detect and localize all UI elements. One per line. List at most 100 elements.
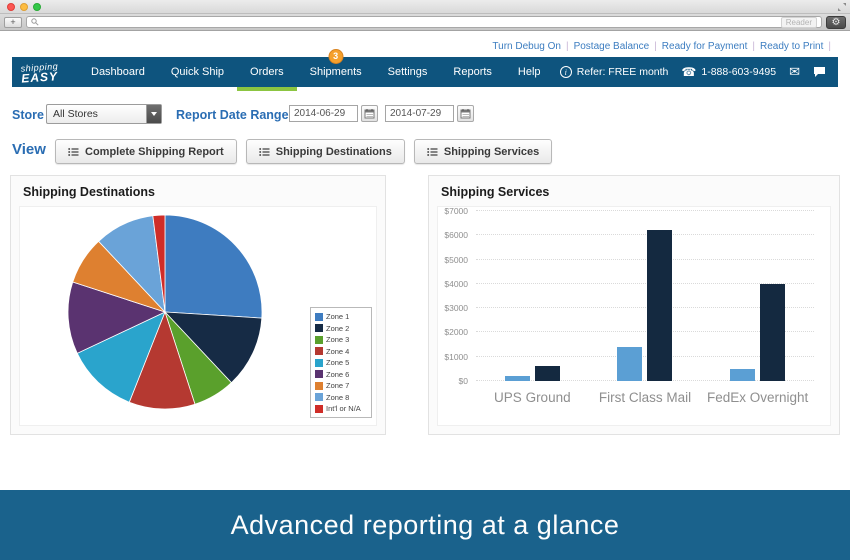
phone-number: 1-888-603-9495: [701, 66, 776, 78]
bar-plot: UPS Ground First Class Mail FedEx Overnigh…: [476, 215, 814, 381]
legend-item: Zone 6: [315, 370, 367, 379]
nav-item-help[interactable]: Help: [505, 57, 554, 87]
y-tick-label: $0: [459, 376, 468, 386]
shipping-destinations-button[interactable]: Shipping Destinations: [246, 139, 405, 164]
legend-swatch: [315, 336, 323, 344]
list-icon: [68, 147, 79, 157]
fullscreen-icon[interactable]: [838, 3, 846, 11]
legend-swatch: [315, 324, 323, 332]
nav-item-label: Settings: [388, 66, 428, 78]
zoom-window-button[interactable]: [33, 3, 41, 11]
bar-groups: UPS Ground First Class Mail FedEx Overnigh…: [476, 215, 814, 381]
y-tick-label: $4000: [444, 279, 468, 289]
shipping-services-button[interactable]: Shipping Services: [414, 139, 552, 164]
list-icon: [427, 147, 438, 157]
legend-item: Zone 5: [315, 358, 367, 367]
url-input[interactable]: [42, 17, 778, 27]
date-from-calendar-button[interactable]: [361, 105, 378, 122]
date-to-input[interactable]: [385, 105, 454, 122]
bar-category-label: First Class Mail: [599, 390, 691, 405]
date-from-input[interactable]: [289, 105, 358, 122]
shipments-count-badge: 3: [328, 49, 343, 64]
store-select[interactable]: All Stores: [46, 104, 162, 124]
bar-y-axis: $0$1000$2000$3000$4000$5000$6000$7000: [438, 215, 472, 381]
y-tick-label: $3000: [444, 303, 468, 313]
pie-chart-area: Zone 1Zone 2Zone 3Zone 4Zone 5Zone 6Zone…: [19, 206, 377, 426]
legend-label: Zone 2: [326, 324, 349, 333]
legend-item: Zone 3: [315, 335, 367, 344]
legend-item: Zone 1: [315, 312, 367, 321]
calendar-icon: [460, 108, 471, 119]
complete-shipping-report-button[interactable]: Complete Shipping Report: [55, 139, 237, 164]
reader-button[interactable]: Reader: [781, 17, 817, 28]
bar: [730, 369, 755, 381]
url-bar[interactable]: Reader: [26, 16, 822, 28]
gear-icon[interactable]: ⚙: [826, 16, 846, 29]
legend-label: Zone 1: [326, 312, 349, 321]
legend-item: Int'l or N/A: [315, 404, 367, 413]
bar: [647, 230, 672, 381]
store-select-value: All Stores: [47, 105, 146, 123]
legend-label: Zone 8: [326, 393, 349, 402]
nav-item-label: Reports: [453, 66, 492, 78]
minimize-window-button[interactable]: [20, 3, 28, 11]
pie-slice: [165, 215, 262, 318]
logo-text-bottom: EASY: [21, 69, 79, 83]
nav-item-shipments[interactable]: 3 Shipments: [297, 57, 375, 87]
nav-item-label: Dashboard: [91, 66, 145, 78]
nav-item-quick-ship[interactable]: Quick Ship: [158, 57, 237, 87]
phone-contact[interactable]: ☎ 1-888-603-9495: [681, 66, 776, 78]
pie-legend: Zone 1Zone 2Zone 3Zone 4Zone 5Zone 6Zone…: [310, 307, 372, 418]
y-tick-label: $1000: [444, 352, 468, 362]
link-separator: |: [747, 41, 760, 52]
bar: [760, 284, 785, 381]
legend-swatch: [315, 382, 323, 390]
date-range-label: Report Date Range: [176, 108, 289, 122]
chat-icon[interactable]: [813, 66, 826, 78]
shipping-destinations-panel: Shipping Destinations Zone 1Zone 2Zone 3…: [10, 175, 386, 435]
nav-item-dashboard[interactable]: Dashboard: [78, 57, 158, 87]
legend-label: Zone 3: [326, 335, 349, 344]
refer-link[interactable]: i Refer: FREE month: [560, 66, 669, 78]
bar-category-label: FedEx Overnight: [707, 390, 808, 405]
email-icon[interactable]: ✉: [789, 66, 800, 78]
browser-titlebar: [0, 0, 850, 14]
nav-item-label: Quick Ship: [171, 66, 224, 78]
gridline: [476, 210, 814, 211]
nav-item-settings[interactable]: Settings: [375, 57, 441, 87]
bar-group: FedEx Overnight: [730, 284, 785, 381]
bottom-banner: Advanced reporting at a glance: [0, 490, 850, 560]
shipping-services-panel: Shipping Services $0$1000$2000$3000$4000…: [428, 175, 840, 435]
info-icon: i: [560, 66, 572, 78]
panel-title: Shipping Services: [429, 176, 839, 204]
legend-label: Zone 5: [326, 358, 349, 367]
nav-item-orders[interactable]: Orders: [237, 57, 297, 87]
link-separator: |: [823, 41, 836, 52]
close-window-button[interactable]: [7, 3, 15, 11]
bar-category-label: UPS Ground: [494, 390, 571, 405]
nav-item-reports[interactable]: Reports: [440, 57, 505, 87]
calendar-icon: [364, 108, 375, 119]
account-links: Turn Debug On|Postage Balance|Ready for …: [492, 41, 836, 52]
bar-group: First Class Mail: [617, 230, 672, 381]
link-ready-to-print[interactable]: Ready to Print: [760, 41, 823, 52]
bar: [505, 376, 530, 381]
link-separator: |: [649, 41, 662, 52]
link-postage-balance[interactable]: Postage Balance: [574, 41, 650, 52]
nav-item-label: Help: [518, 66, 541, 78]
bar-group: UPS Ground: [505, 366, 560, 381]
new-tab-button[interactable]: +: [4, 17, 22, 28]
nav-item-label: Orders: [250, 66, 284, 78]
window-controls: [7, 3, 41, 11]
button-label: Shipping Destinations: [276, 146, 392, 158]
search-icon: [31, 18, 39, 26]
date-to-calendar-button[interactable]: [457, 105, 474, 122]
link-turn-debug-on[interactable]: Turn Debug On: [492, 41, 561, 52]
banner-text: Advanced reporting at a glance: [231, 510, 620, 541]
y-tick-label: $7000: [444, 206, 468, 216]
legend-swatch: [315, 313, 323, 321]
legend-swatch: [315, 405, 323, 413]
shippingeasy-logo[interactable]: shipping EASY: [11, 55, 79, 90]
link-ready-for-payment[interactable]: Ready for Payment: [662, 41, 748, 52]
browser-toolbar: + Reader ⚙: [0, 14, 850, 31]
